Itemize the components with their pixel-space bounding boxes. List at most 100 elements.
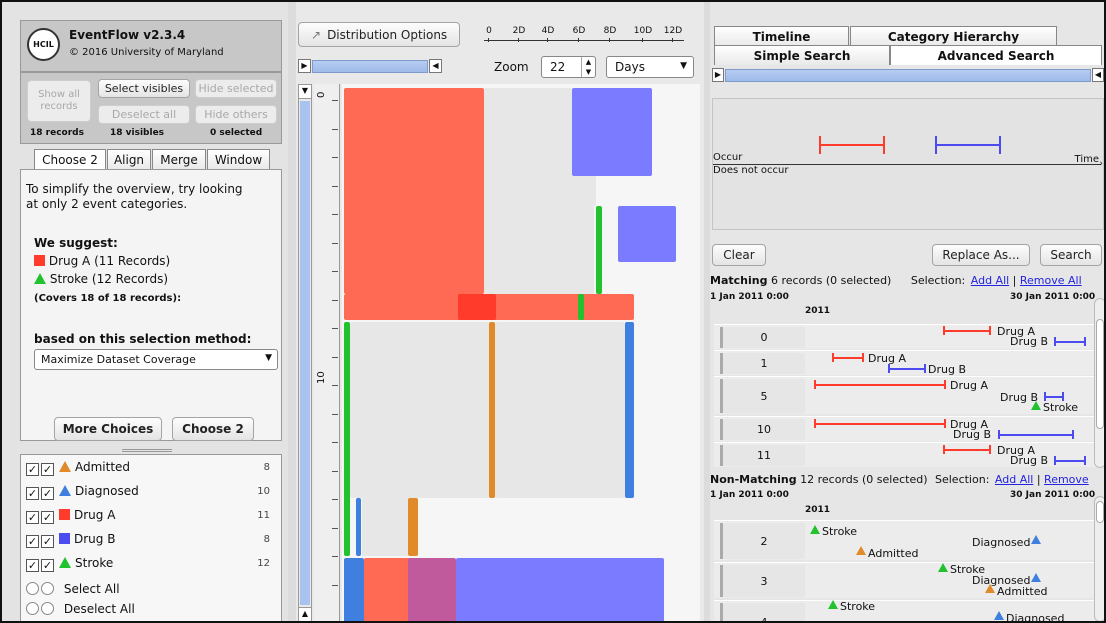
method-select[interactable]: Maximize Dataset Coverage ▼ [34, 349, 278, 370]
legend-divider[interactable] [122, 449, 172, 452]
tab-category-hierarchy[interactable]: Category Hierarchy [850, 26, 1057, 46]
diagnosed-bar[interactable] [625, 322, 634, 498]
select-all-row[interactable]: Select All [26, 582, 120, 596]
drug-a-bar[interactable] [364, 558, 410, 621]
drug-a-highlight-bar[interactable] [458, 294, 496, 320]
matching-scroll-thumb[interactable] [1096, 319, 1104, 429]
show-all-records-button[interactable]: Show all records [27, 80, 91, 122]
select-all-radio-2[interactable] [41, 582, 54, 595]
selected-checkbox[interactable]: ✓ [41, 559, 54, 572]
stepper-arrows-icon[interactable]: ▲ ▼ [581, 57, 595, 77]
diagnosed-bar[interactable] [344, 558, 364, 621]
visible-checkbox[interactable]: ✓ [26, 487, 39, 500]
legend-item-admitted[interactable]: ✓ ✓ Admitted 8 [26, 460, 276, 480]
right-hscroll-right[interactable]: ◀ [1092, 68, 1104, 82]
tab-window[interactable]: Window [207, 149, 270, 169]
vscroll-up-button[interactable]: ▼ [299, 85, 311, 99]
stroke-bar[interactable] [596, 206, 602, 294]
nonmatching-scrollbar[interactable] [1094, 496, 1104, 621]
drug-b-bar[interactable] [456, 558, 664, 621]
table-row[interactable]: 1 [714, 350, 1099, 375]
drug-a-interval[interactable] [832, 357, 862, 359]
overlap-bar[interactable] [408, 558, 456, 621]
more-choices-button[interactable]: More Choices [54, 417, 162, 441]
legend-item-drug-b[interactable]: ✓ ✓ Drug B 8 [26, 532, 276, 552]
query-drug-b-interval[interactable] [935, 144, 999, 146]
drug-b-bar[interactable] [618, 206, 676, 262]
hscroll-left-button[interactable]: ▶ [298, 59, 311, 73]
diagnosed-bar[interactable] [356, 498, 361, 556]
right-hscroll-thumb[interactable] [725, 69, 1091, 82]
gap-bar[interactable] [484, 206, 594, 294]
drug-a-interval[interactable] [814, 384, 944, 386]
hide-selected-button[interactable]: Hide selected [195, 79, 277, 98]
deselect-all-row[interactable]: Deselect All [26, 602, 135, 616]
gap-bar[interactable] [495, 322, 625, 498]
legend-item-stroke[interactable]: ✓ ✓ Stroke 12 [26, 556, 276, 576]
matching-remove-all-link[interactable]: Remove All [1020, 274, 1082, 287]
vertical-scrollbar[interactable]: ▼ ▲ [298, 84, 312, 621]
selected-checkbox[interactable]: ✓ [41, 511, 54, 524]
visible-checkbox[interactable]: ✓ [26, 559, 39, 572]
left-splitter[interactable] [288, 2, 296, 621]
nonmatching-add-all-link[interactable]: Add All [995, 473, 1033, 486]
legend-item-diagnosed[interactable]: ✓ ✓ Diagnosed 10 [26, 484, 276, 504]
hide-others-button[interactable]: Hide others [195, 105, 277, 124]
vscroll-down-button[interactable]: ▲ [299, 607, 311, 621]
gap-bar[interactable] [350, 322, 490, 498]
replace-as-button[interactable]: Replace As... [932, 244, 1030, 266]
stroke-bar[interactable] [578, 294, 584, 320]
selected-checkbox[interactable]: ✓ [41, 487, 54, 500]
table-row[interactable]: 5 [714, 376, 1099, 414]
vscroll-thumb[interactable] [300, 101, 310, 605]
tab-align[interactable]: Align [107, 149, 151, 169]
nonmatching-scroll-thumb[interactable] [1096, 501, 1104, 523]
drug-b-interval[interactable] [1044, 396, 1062, 398]
drug-a-interval[interactable] [814, 423, 944, 425]
hscroll-right-button[interactable]: ◀ [429, 59, 442, 73]
select-all-radio[interactable] [26, 582, 39, 595]
drug-a-bar[interactable] [344, 88, 484, 294]
choose-2-button[interactable]: Choose 2 [172, 417, 254, 441]
tab-advanced-search[interactable]: Advanced Search [890, 45, 1102, 65]
search-button[interactable]: Search [1040, 244, 1102, 266]
zoom-stepper[interactable]: 22 ▲ ▼ [541, 56, 596, 78]
drug-a-interval[interactable] [943, 449, 989, 451]
gap-bar[interactable] [572, 176, 596, 206]
clear-button[interactable]: Clear [712, 244, 766, 266]
tab-choose-2[interactable]: Choose 2 [34, 149, 106, 169]
table-row[interactable]: 10 [714, 416, 1099, 441]
drug-b-interval[interactable] [1054, 341, 1084, 343]
query-drug-a-interval[interactable] [819, 144, 883, 146]
visible-checkbox[interactable]: ✓ [26, 463, 39, 476]
tab-simple-search[interactable]: Simple Search [714, 45, 890, 65]
drug-b-bar[interactable] [572, 88, 652, 176]
visible-checkbox[interactable]: ✓ [26, 535, 39, 548]
visible-checkbox[interactable]: ✓ [26, 511, 39, 524]
selected-checkbox[interactable]: ✓ [41, 463, 54, 476]
deselect-all-button[interactable]: Deselect all [98, 105, 190, 124]
tab-merge[interactable]: Merge [152, 149, 206, 169]
admitted-bar[interactable] [408, 498, 418, 556]
drug-a-interval[interactable] [943, 330, 989, 332]
select-visibles-button[interactable]: Select visibles [98, 79, 190, 98]
gap-bar[interactable] [362, 498, 408, 556]
right-hscroll-left[interactable]: ▶ [712, 68, 724, 82]
unit-select[interactable]: Days ▼ [606, 56, 694, 78]
drug-b-interval[interactable] [1054, 460, 1084, 462]
selected-checkbox[interactable]: ✓ [41, 535, 54, 548]
nonmatching-remove-link[interactable]: Remove [1044, 473, 1089, 486]
deselect-all-radio[interactable] [26, 602, 39, 615]
deselect-all-radio-2[interactable] [41, 602, 54, 615]
matching-add-all-link[interactable]: Add All [971, 274, 1009, 287]
query-canvas[interactable]: Occur Time › Does not occur [712, 98, 1104, 230]
tab-timeline[interactable]: Timeline [714, 26, 849, 46]
distribution-options-button[interactable]: ↗ Distribution Options [298, 22, 460, 47]
matching-scrollbar[interactable] [1094, 298, 1104, 468]
record-id: 2 [720, 523, 805, 559]
drug-b-interval[interactable] [888, 368, 924, 370]
legend-item-drug-a[interactable]: ✓ ✓ Drug A 11 [26, 508, 276, 528]
record-id: 10 [720, 419, 805, 440]
drug-b-interval[interactable] [998, 434, 1072, 436]
horizontal-scrollbar[interactable] [312, 60, 428, 73]
